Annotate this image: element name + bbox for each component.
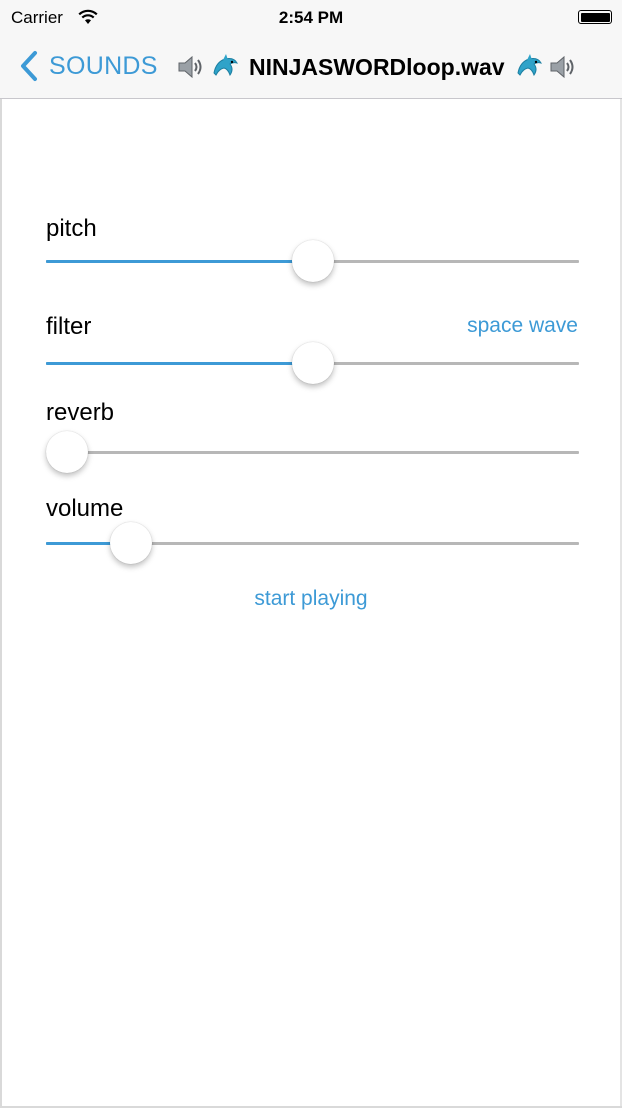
filter-value-button[interactable]: space wave bbox=[467, 314, 578, 338]
title-text: NINJASWORDloop.wav bbox=[249, 53, 505, 80]
dolphin-icon bbox=[213, 54, 238, 77]
reverb-slider[interactable] bbox=[46, 430, 579, 474]
reverb-label: reverb bbox=[46, 399, 115, 426]
slider-fill bbox=[46, 260, 313, 263]
slider-thumb[interactable] bbox=[291, 240, 334, 282]
speaker-icon bbox=[178, 55, 202, 79]
volume-slider[interactable] bbox=[46, 521, 579, 565]
back-button[interactable]: SOUNDS bbox=[18, 50, 158, 82]
slider-track bbox=[46, 451, 579, 454]
filter-slider[interactable] bbox=[46, 341, 579, 385]
navigation-bar: SOUNDS NINJASWORDloop.wav bbox=[0, 36, 622, 99]
chevron-left-icon bbox=[21, 51, 37, 81]
slider-thumb[interactable] bbox=[291, 342, 334, 384]
slider-thumb[interactable] bbox=[46, 431, 88, 473]
battery-icon bbox=[578, 10, 612, 24]
slider-fill bbox=[46, 362, 313, 365]
dolphin-icon bbox=[517, 54, 542, 77]
page-title: NINJASWORDloop.wav bbox=[176, 50, 578, 84]
filter-label: filter bbox=[46, 313, 92, 340]
status-bar: Carrier 2:54 PM bbox=[0, 0, 622, 36]
pitch-slider[interactable] bbox=[46, 239, 579, 283]
volume-label: volume bbox=[46, 495, 124, 522]
screen-edge bbox=[0, 0, 2, 1108]
start-playing-button[interactable]: start playing bbox=[0, 587, 622, 611]
clock: 2:54 PM bbox=[278, 8, 344, 27]
slider-thumb[interactable] bbox=[109, 522, 152, 564]
speaker-icon bbox=[550, 55, 574, 79]
back-button-label: SOUNDS bbox=[49, 51, 158, 80]
